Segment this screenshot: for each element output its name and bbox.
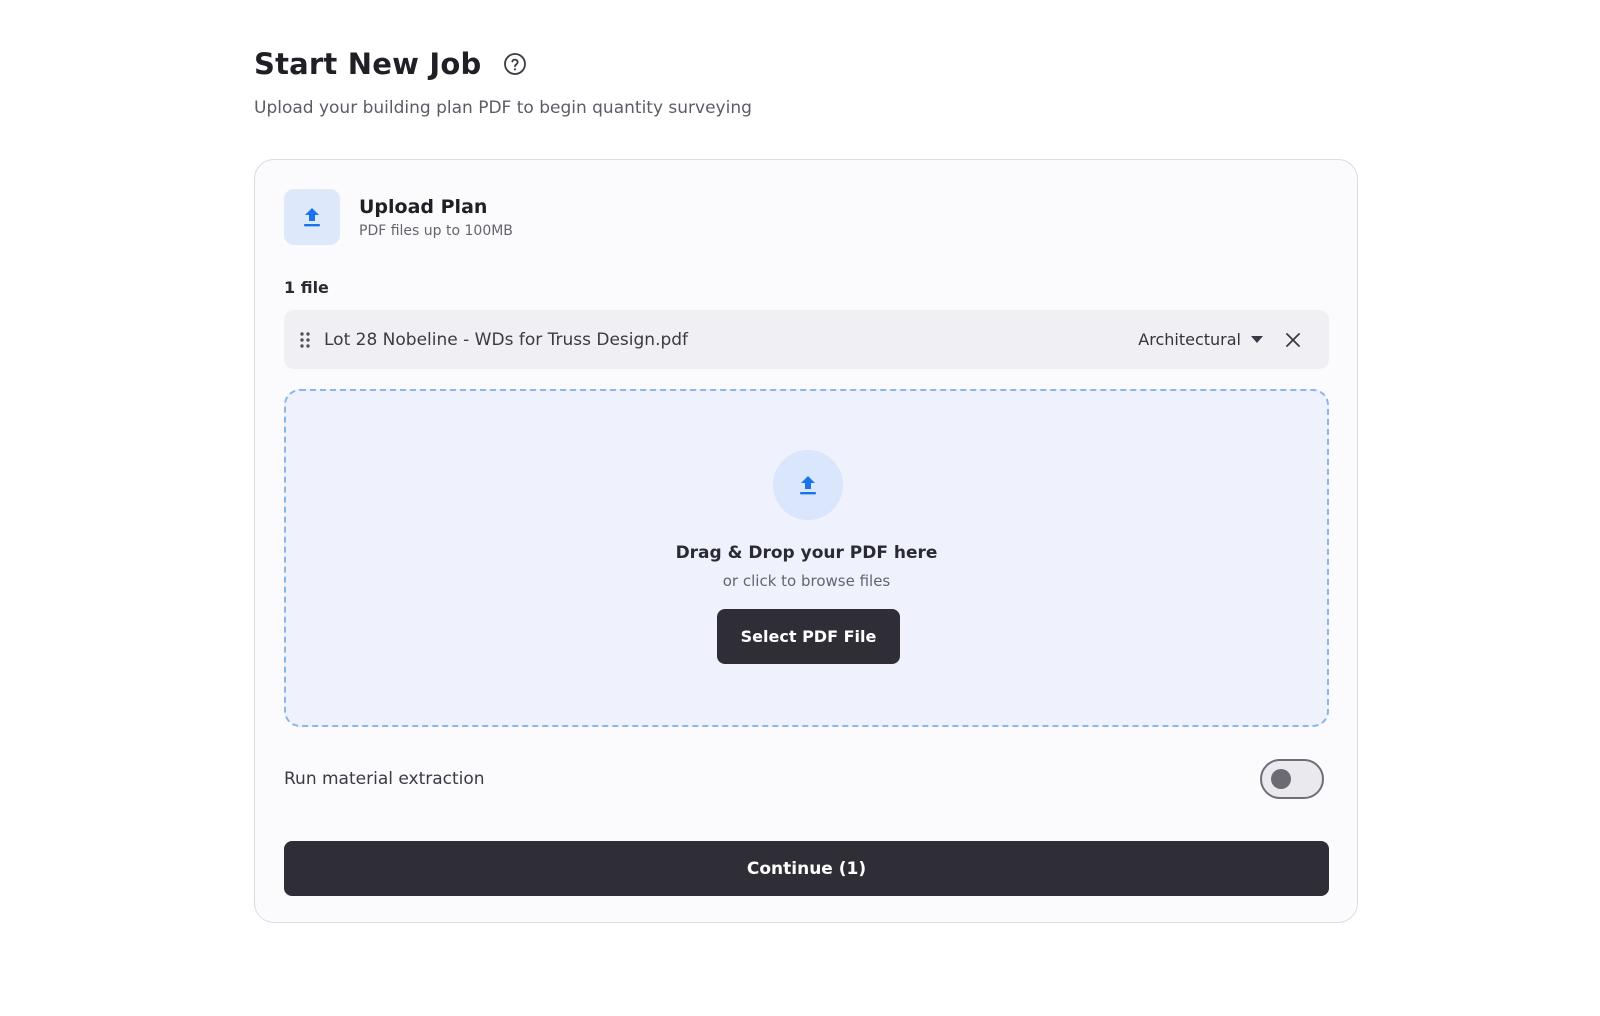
toggle-knob <box>1271 769 1291 789</box>
start-new-job-page: Start New Job Upload your building plan … <box>254 44 1358 923</box>
close-icon[interactable] <box>1283 330 1303 350</box>
dropzone-subtitle: or click to browse files <box>722 572 891 590</box>
drag-handle-icon[interactable] <box>298 330 312 350</box>
upload-icon <box>773 450 843 520</box>
upload-card-title: Upload Plan <box>359 195 488 218</box>
select-pdf-button[interactable]: Select PDF File <box>717 609 900 664</box>
chevron-down-icon <box>1251 335 1263 344</box>
pdf-dropzone[interactable]: Drag & Drop your PDF here or click to br… <box>284 389 1329 727</box>
page-title: Start New Job <box>254 47 482 81</box>
material-extraction-toggle[interactable] <box>1260 759 1324 799</box>
upload-card-subtitle: PDF files up to 100MB <box>359 222 513 239</box>
upload-card-header-text: Upload Plan PDF files up to 100MB <box>359 196 513 239</box>
file-type-select[interactable]: Architectural <box>1138 330 1263 349</box>
dropzone-title: Drag & Drop your PDF here <box>675 543 938 563</box>
help-circle-icon[interactable] <box>503 52 527 76</box>
material-extraction-row: Run material extraction <box>284 759 1329 799</box>
file-count: 1 file <box>284 278 329 297</box>
upload-card-header: Upload Plan PDF files up to 100MB <box>284 189 513 245</box>
page-subtitle: Upload your building plan PDF to begin q… <box>254 98 752 118</box>
continue-button[interactable]: Continue (1) <box>284 841 1329 896</box>
file-type-value: Architectural <box>1138 330 1241 349</box>
title-row: Start New Job <box>254 44 1358 84</box>
file-name: Lot 28 Nobeline - WDs for Truss Design.p… <box>324 329 689 350</box>
upload-card: Upload Plan PDF files up to 100MB 1 file… <box>254 159 1358 923</box>
upload-icon <box>284 189 340 245</box>
file-row: Lot 28 Nobeline - WDs for Truss Design.p… <box>284 310 1329 369</box>
material-extraction-label: Run material extraction <box>284 769 485 789</box>
